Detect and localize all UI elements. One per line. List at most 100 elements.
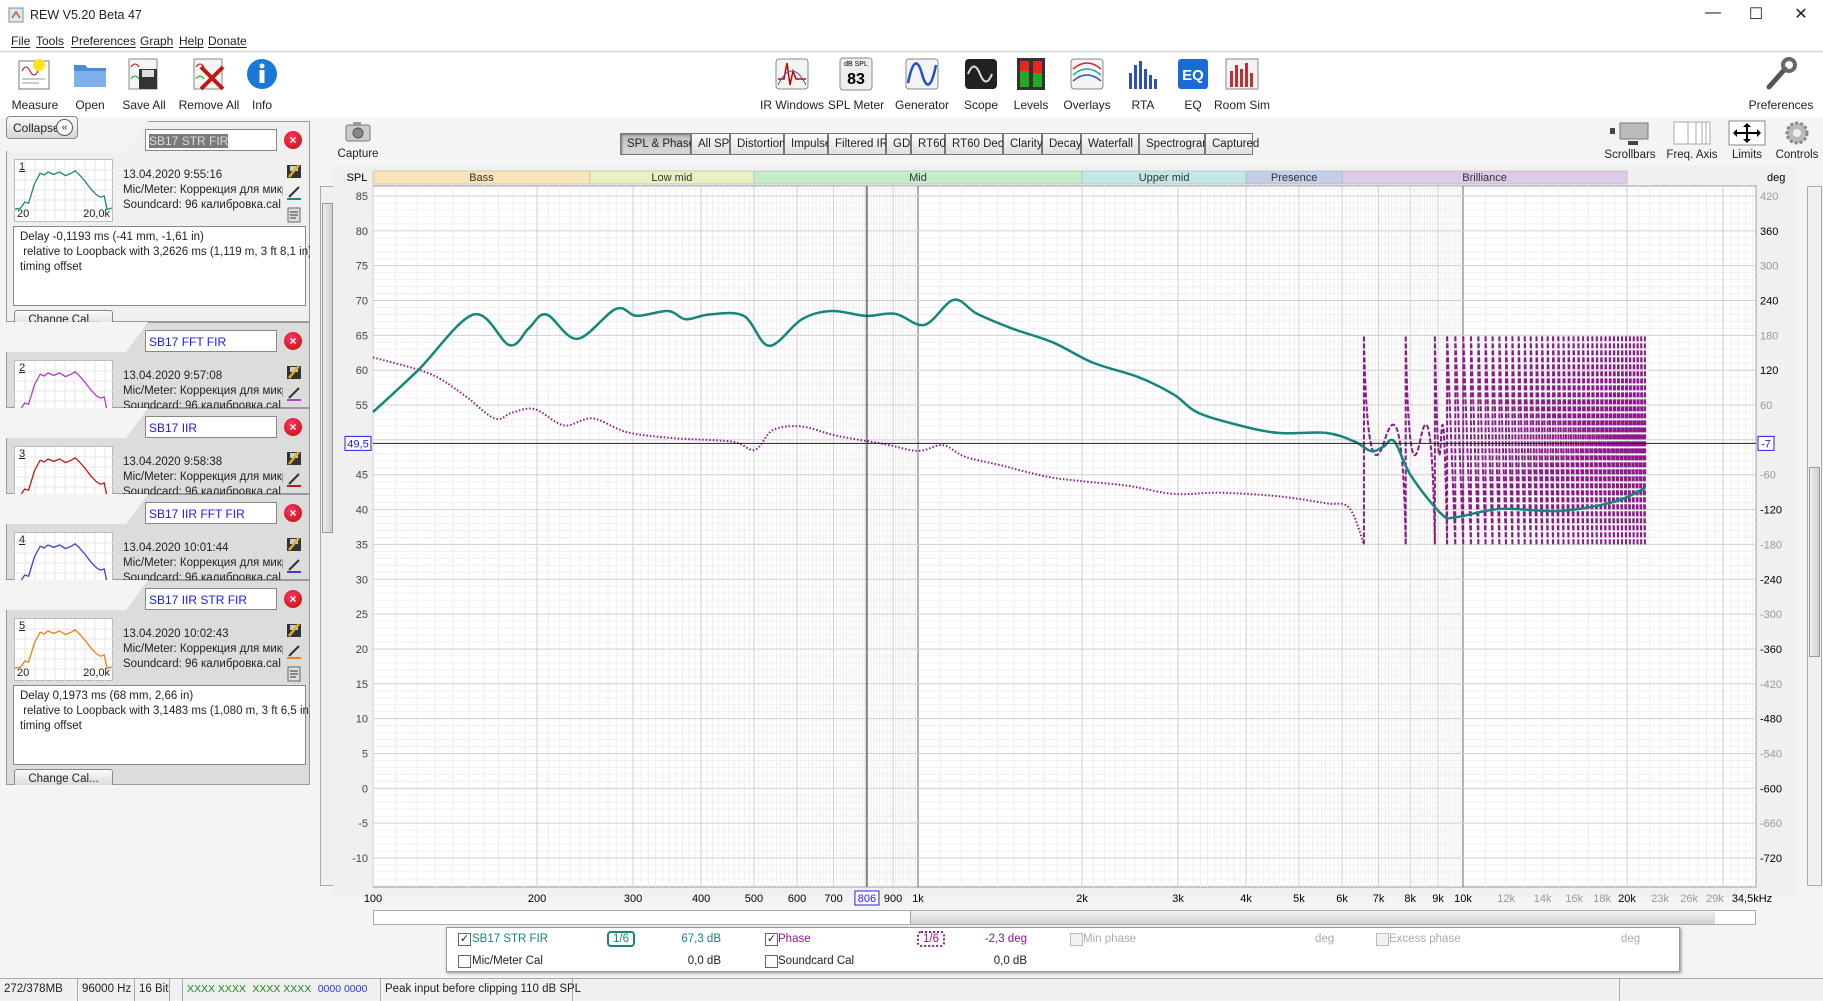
y-tick-label: 25 — [356, 609, 368, 621]
x-tick-label: 18k — [1593, 893, 1611, 905]
input-indicator-1: XXXX XXXX — [187, 983, 246, 995]
band-label: Bass — [469, 172, 494, 184]
remove-measurement-icon[interactable]: × — [284, 418, 302, 436]
measurement-mic-cal: Mic/Meter: Коррекция для микр — [123, 184, 283, 196]
edit-color-icon[interactable] — [286, 558, 302, 574]
measurement-thumbnail[interactable]: 4 20 20,0k — [14, 532, 114, 580]
measurement-soundcard-cal: Soundcard: 96 калибровка.cal — [123, 199, 281, 211]
spl-visible-checkbox[interactable]: ✓ — [458, 933, 471, 946]
y2-tick-label: 180 — [1760, 330, 1778, 342]
edit-color-icon[interactable] — [286, 185, 302, 201]
x-tick-label: 23k — [1651, 893, 1669, 905]
x-tick-label: 100 — [364, 893, 382, 905]
y-tick-label: -5 — [358, 818, 368, 830]
y-tick-label: 55 — [356, 400, 368, 412]
status-indicators: XXXX XXXX XXXX XXXX 0000 0000 — [183, 979, 381, 1001]
measurement-name-field[interactable]: SB17 IIR — [145, 416, 277, 438]
measurement-name: SB17 FFT FIR — [149, 335, 227, 349]
y-tick-label: 70 — [356, 296, 368, 308]
measurement-thumbnail[interactable]: 1 20 20,0k — [14, 159, 114, 223]
change-cal-button[interactable]: Change Cal... — [14, 769, 113, 785]
remove-measurement-icon[interactable]: × — [284, 131, 302, 149]
thumb-max-freq: 20,0k — [83, 667, 110, 679]
delay-line: Delay 0,1973 ms (68 mm, 2,66 in) — [20, 690, 194, 702]
measurement-thumbnail[interactable]: 5 20 20,0k — [14, 618, 114, 682]
measurement-soundcard-cal: Soundcard: 96 калибровка.cal — [123, 572, 281, 580]
save-measurement-icon[interactable] — [286, 622, 302, 638]
legend-soundcard-cal: Soundcard Cal — [778, 955, 855, 967]
save-measurement-icon[interactable] — [286, 364, 302, 380]
save-measurement-icon[interactable] — [286, 450, 302, 466]
measurement-index: 5 — [19, 620, 26, 632]
y2-tick-label: -660 — [1760, 818, 1782, 830]
x-tick-label: 29k — [1706, 893, 1724, 905]
notes-icon[interactable] — [286, 207, 302, 223]
output-indicator: 0000 0000 — [317, 983, 368, 995]
measurement-card[interactable]: SB17 STR FIR × 1 20 20,0k 13.04.2020 9:5… — [6, 121, 310, 322]
edit-color-icon[interactable] — [286, 644, 302, 660]
save-measurement-icon[interactable] — [286, 163, 302, 179]
remove-measurement-icon[interactable]: × — [284, 332, 302, 350]
delay-line: timing offset — [20, 720, 82, 732]
measurement-thumbnail[interactable]: 3 20 20,0k — [14, 446, 114, 494]
thumb-min-freq: 20 — [17, 208, 30, 220]
y2-tick-label: -480 — [1760, 714, 1782, 726]
x-tick-label: 300 — [624, 893, 642, 905]
measurement-mic-cal: Mic/Meter: Коррекция для микр — [123, 385, 283, 397]
x-tick-label: 10k — [1454, 893, 1472, 905]
band-label: Mid — [909, 172, 927, 184]
spl-smoothing-button[interactable]: 1/6 — [607, 931, 635, 947]
change-cal-button[interactable]: Change Cal... — [14, 310, 113, 322]
y-tick-label: 40 — [356, 505, 368, 517]
measurement-name-field[interactable]: SB17 FFT FIR — [145, 330, 277, 352]
measurement-date: 13.04.2020 10:02:43 — [123, 628, 229, 640]
x-tick-label: 3k — [1172, 893, 1184, 905]
y2-tick-label: -540 — [1760, 748, 1782, 760]
measurement-index: 2 — [19, 362, 26, 374]
mic-cal-checkbox[interactable] — [458, 955, 471, 968]
y2-tick-label: 360 — [1760, 226, 1778, 238]
legend-spl-value: 67,3 dB — [681, 933, 721, 945]
min-phase-checkbox[interactable] — [1070, 933, 1083, 946]
y2-tick-label: 120 — [1760, 365, 1778, 377]
y2-tick-label: -120 — [1760, 505, 1782, 517]
remove-measurement-icon[interactable]: × — [284, 504, 302, 522]
measurement-index: 3 — [19, 448, 26, 460]
y-tick-label: 15 — [356, 679, 368, 691]
measurement-mic-cal: Mic/Meter: Коррекция для микр — [123, 643, 283, 655]
delay-line: relative to Loopback with 3,1483 ms (1,0… — [20, 705, 310, 717]
x-tick-label: 8k — [1404, 893, 1416, 905]
y2-tick-label: -420 — [1760, 679, 1782, 691]
phase-visible-checkbox[interactable]: ✓ — [765, 933, 778, 946]
x-tick-label: 600 — [788, 893, 806, 905]
measurement-date: 13.04.2020 9:57:08 — [123, 370, 223, 382]
excess-phase-checkbox[interactable] — [1376, 933, 1389, 946]
measurement-card[interactable]: SB17 IIR STR FIR × 5 20 20,0k 13.04.2020… — [6, 580, 310, 785]
save-measurement-icon[interactable] — [286, 536, 302, 552]
legend-panel: ✓ SB17 STR FIR 1/6 67,3 dB ✓ Phase 1/6 -… — [446, 927, 1680, 972]
phase-smoothing-button[interactable]: 1/6 — [917, 931, 945, 947]
x-tick-label: 200 — [528, 893, 546, 905]
y-tick-label: 5 — [362, 748, 368, 760]
measurement-date: 13.04.2020 9:58:38 — [123, 456, 223, 468]
status-bar: 272/378MB 96000 Hz 16 Bit XXXX XXXX XXXX… — [0, 978, 1823, 1001]
x-tick-label: 14k — [1534, 893, 1552, 905]
delay-line: timing offset — [20, 261, 82, 273]
x-tick-label: 900 — [884, 893, 902, 905]
y2-tick-label: -600 — [1760, 783, 1782, 795]
measurement-name-field[interactable]: SB17 IIR FFT FIR — [145, 502, 277, 524]
edit-color-icon[interactable] — [286, 472, 302, 488]
y-tick-label: 35 — [356, 539, 368, 551]
legend-mic-cal: Mic/Meter Cal — [472, 955, 543, 967]
remove-measurement-icon[interactable]: × — [284, 590, 302, 608]
notes-icon[interactable] — [286, 666, 302, 682]
measurement-name: SB17 IIR STR FIR — [149, 593, 248, 607]
edit-color-icon[interactable] — [286, 386, 302, 402]
measurement-name-field[interactable]: SB17 IIR STR FIR — [145, 588, 277, 610]
y-tick-label: 80 — [356, 226, 368, 238]
y2-tick-label: -240 — [1760, 574, 1782, 586]
soundcard-cal-checkbox[interactable] — [765, 955, 778, 968]
delay-line: Delay -0,1193 ms (-41 mm, -1,61 in) — [20, 231, 204, 243]
measurement-thumbnail[interactable]: 2 20 20,0k — [14, 360, 114, 408]
measurement-name-field[interactable]: SB17 STR FIR — [145, 129, 277, 151]
